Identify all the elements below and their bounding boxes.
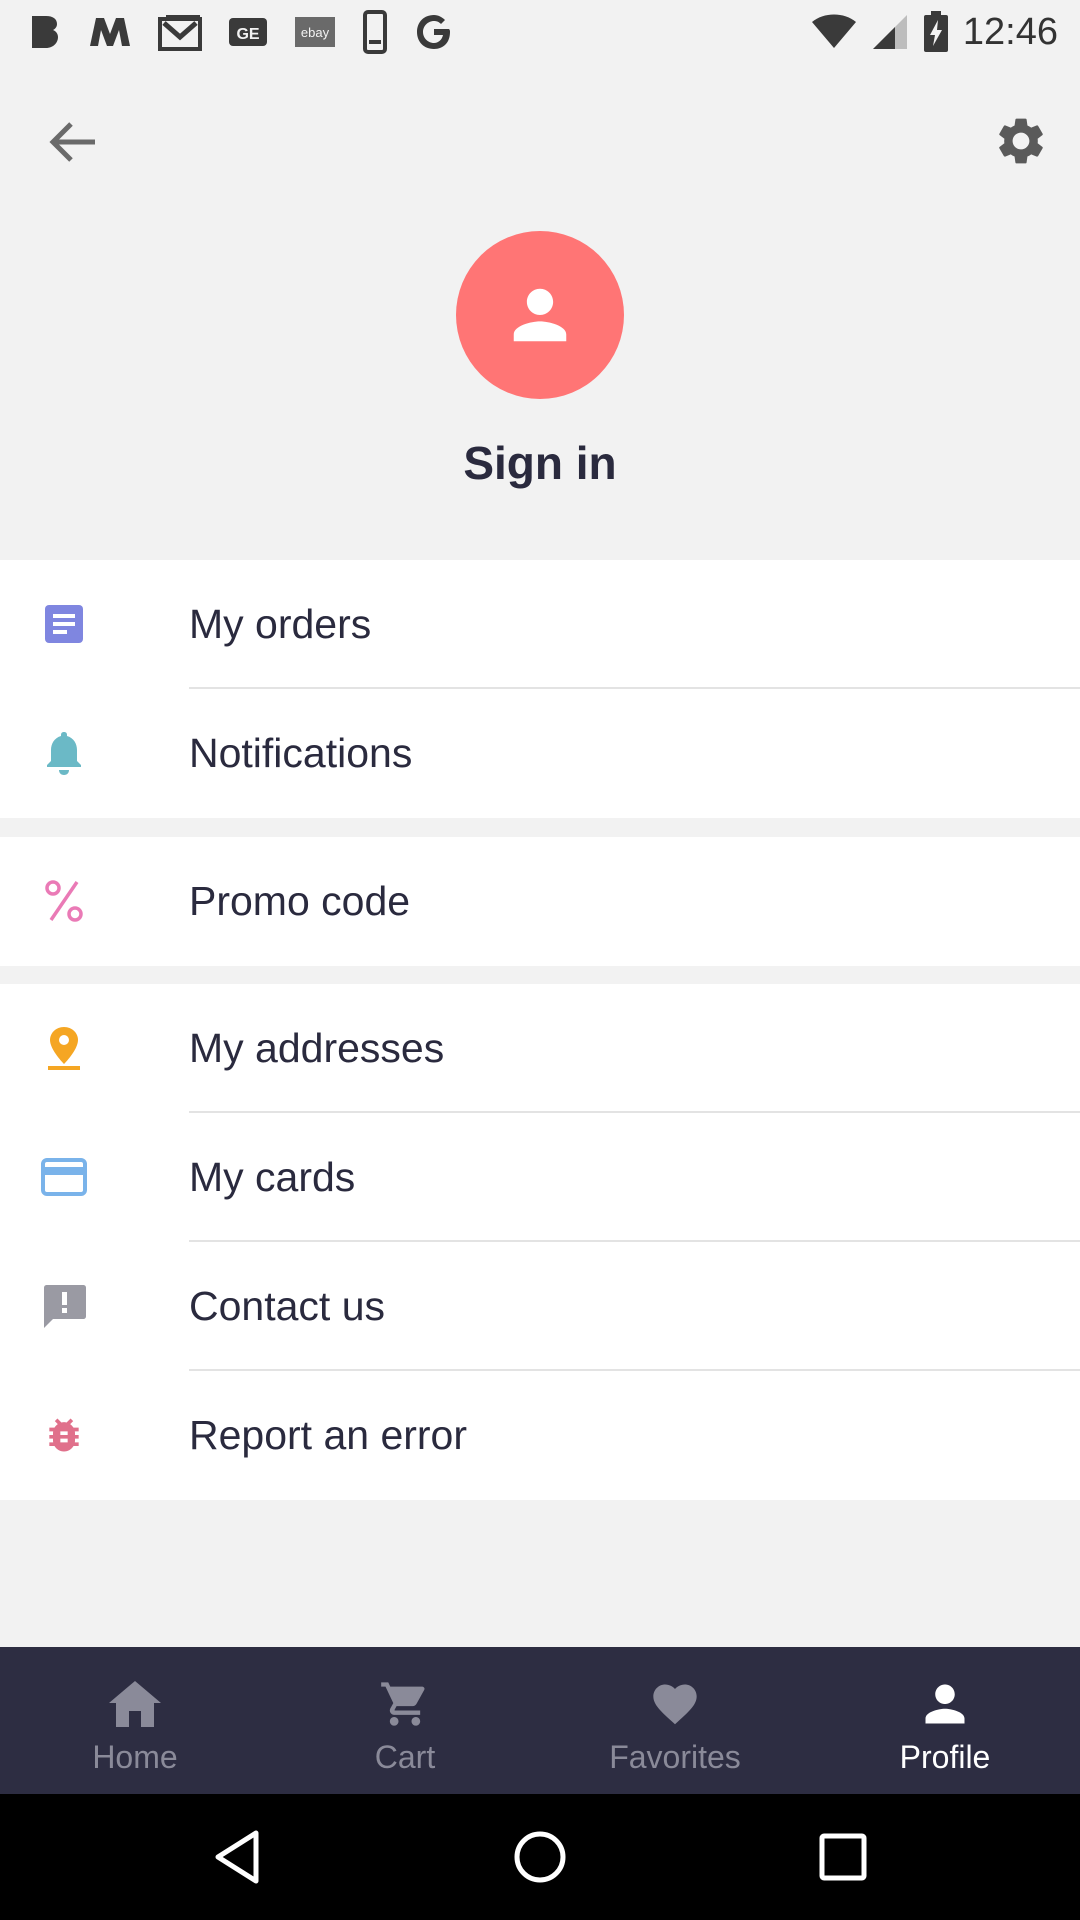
ebay-icon: ebay <box>294 15 336 49</box>
m-app-icon <box>88 16 132 48</box>
nav-label: Profile <box>899 1739 991 1775</box>
bottom-navigation: Home Cart Favorites Profile <box>0 1647 1080 1794</box>
heart-icon <box>647 1677 703 1731</box>
battery-charging-icon <box>923 11 949 53</box>
person-icon <box>513 288 567 342</box>
menu-item-label: Promo code <box>189 878 411 924</box>
sign-in-link[interactable]: Sign in <box>0 436 1080 490</box>
nav-profile[interactable]: Profile <box>810 1647 1080 1794</box>
menu-group-promo: Promo code <box>0 837 1080 966</box>
ge-app-icon: GE <box>228 15 268 49</box>
status-bar: GE ebay 12:46 <box>0 0 1080 64</box>
menu-item-my-orders[interactable]: My orders <box>0 560 1080 689</box>
menu-item-label: Contact us <box>189 1283 385 1329</box>
percent-icon <box>40 877 88 925</box>
menu-item-contact-us[interactable]: Contact us <box>0 1242 1080 1371</box>
home-icon <box>107 1677 163 1731</box>
svg-text:GE: GE <box>236 26 259 43</box>
profile-icon <box>919 1677 971 1731</box>
avatar[interactable] <box>456 231 624 399</box>
back-button[interactable] <box>40 109 106 175</box>
feedback-icon <box>40 1282 88 1330</box>
menu-item-label: Report an error <box>189 1412 468 1458</box>
google-icon <box>414 12 454 52</box>
nav-label: Cart <box>374 1739 436 1775</box>
document-icon <box>40 600 88 648</box>
menu-item-label: Notifications <box>189 730 413 776</box>
menu-item-report-error[interactable]: Report an error <box>0 1371 1080 1500</box>
nav-cart[interactable]: Cart <box>270 1647 540 1794</box>
profile-header: Sign in <box>0 64 1080 560</box>
system-status-icons: 12:46 <box>811 10 1058 54</box>
menu-group-account: My orders Notifications <box>0 560 1080 818</box>
nav-home[interactable]: Home <box>0 1647 270 1794</box>
system-navigation-bar <box>0 1794 1080 1920</box>
gmail-icon <box>158 13 202 51</box>
menu-item-label: My orders <box>189 601 372 647</box>
location-pin-icon <box>40 1024 88 1072</box>
nav-favorites[interactable]: Favorites <box>540 1647 810 1794</box>
signal-icon <box>871 13 909 51</box>
bug-icon <box>40 1411 88 1459</box>
menu-item-label: My cards <box>189 1154 356 1200</box>
menu-item-promo-code[interactable]: Promo code <box>0 837 1080 966</box>
bell-icon <box>40 729 88 777</box>
credit-card-icon <box>40 1153 88 1201</box>
notification-icons: GE ebay <box>28 10 454 54</box>
system-home-button[interactable] <box>507 1824 573 1890</box>
menu-item-my-addresses[interactable]: My addresses <box>0 984 1080 1113</box>
wifi-icon <box>811 14 857 50</box>
system-recents-button[interactable] <box>810 1824 876 1890</box>
menu-item-notifications[interactable]: Notifications <box>0 689 1080 818</box>
nav-home-icon <box>514 1831 566 1883</box>
phone-device-icon <box>362 10 388 54</box>
arrow-left-icon <box>49 122 95 162</box>
b-app-icon <box>28 14 62 50</box>
nav-back-icon <box>215 1830 259 1884</box>
nav-label: Home <box>92 1739 178 1775</box>
nav-label: Favorites <box>609 1739 741 1775</box>
menu-item-my-cards[interactable]: My cards <box>0 1113 1080 1242</box>
nav-recents-icon <box>819 1833 867 1881</box>
cart-icon <box>379 1677 431 1731</box>
settings-button[interactable] <box>986 106 1056 176</box>
menu-group-support: My addresses My cards Contact us Report … <box>0 984 1080 1500</box>
menu-item-label: My addresses <box>189 1025 445 1071</box>
system-back-button[interactable] <box>204 1824 270 1890</box>
svg-text:ebay: ebay <box>301 25 330 40</box>
clock: 12:46 <box>962 10 1058 53</box>
gear-icon <box>999 118 1043 164</box>
